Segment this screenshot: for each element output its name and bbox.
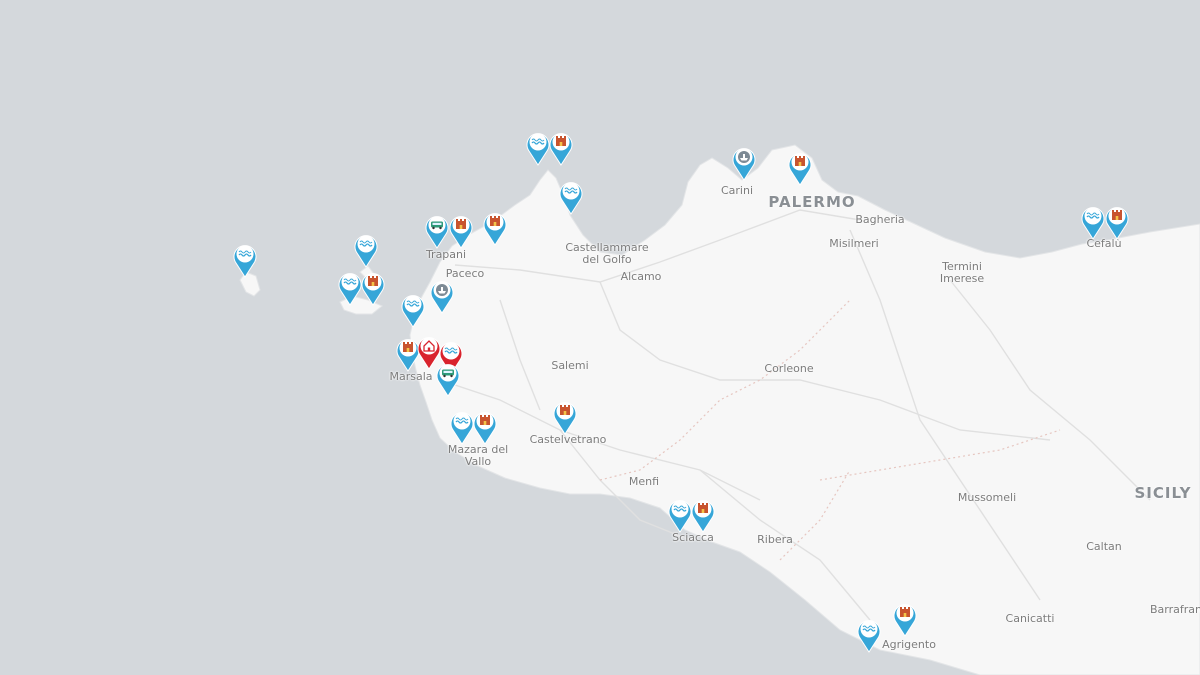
map-marker-wave[interactable] (856, 617, 882, 653)
map-marker-boat[interactable] (731, 145, 757, 181)
map-marker-castle[interactable] (548, 130, 574, 166)
boat-icon (738, 151, 750, 163)
label-misilmeri: Misilmeri (829, 237, 879, 250)
map-base (0, 0, 1200, 675)
castle-icon (456, 219, 466, 229)
map-marker-wave[interactable] (353, 232, 379, 268)
label-mazara-del-vallo: Mazara del Vallo (447, 443, 509, 468)
label-termini-imerese: Termini Imerese (939, 260, 985, 285)
label-marsala: Marsala (389, 370, 433, 383)
map-canvas[interactable]: PALERMO Bagheria Carini Misilmeri Termin… (0, 0, 1200, 675)
castle-icon (795, 156, 805, 166)
map-marker-castle[interactable] (472, 409, 498, 445)
label-palermo: PALERMO (768, 193, 856, 211)
map-marker-castle[interactable] (448, 213, 474, 249)
castle-icon (368, 276, 378, 286)
label-castellammare: Castellammare del Golfo (565, 241, 649, 266)
label-bagheria: Bagheria (855, 213, 905, 226)
map-marker-castle[interactable] (787, 150, 813, 186)
castle-icon (560, 405, 570, 415)
label-mussomeli: Mussomeli (957, 491, 1017, 504)
boat-icon (436, 284, 448, 296)
castle-icon (480, 415, 490, 425)
map-marker-castle[interactable] (360, 270, 386, 306)
label-carini: Carini (720, 184, 754, 197)
castle-icon (698, 503, 708, 513)
map-marker-wave[interactable] (232, 242, 258, 278)
castle-icon (490, 216, 500, 226)
map-marker-castle[interactable] (690, 497, 716, 533)
label-barrafran: Barrafran (1150, 603, 1200, 616)
label-alcamo: Alcamo (620, 270, 662, 283)
label-trapani: Trapani (425, 248, 467, 261)
label-caltan: Caltan (1086, 540, 1122, 553)
label-sciacca: Sciacca (672, 531, 714, 544)
castle-icon (1112, 210, 1122, 220)
map-marker-wave[interactable] (1080, 204, 1106, 240)
map-marker-boat[interactable] (429, 278, 455, 314)
castle-icon (556, 136, 566, 146)
label-sicily: SICILY (1134, 484, 1192, 502)
map-marker-bus[interactable] (424, 213, 450, 249)
map-marker-castle[interactable] (552, 399, 578, 435)
map-marker-castle[interactable] (892, 601, 918, 637)
label-agrigento: Agrigento (882, 638, 936, 651)
label-salemi: Salemi (551, 359, 589, 372)
map-marker-castle[interactable] (1104, 204, 1130, 240)
castle-icon (403, 342, 413, 352)
label-castelvetrano: Castelvetrano (529, 433, 607, 446)
label-menfi: Menfi (628, 475, 660, 488)
label-ribera: Ribera (757, 533, 793, 546)
map-marker-bus[interactable] (435, 361, 461, 397)
label-corleone: Corleone (764, 362, 814, 375)
map-marker-castle[interactable] (482, 210, 508, 246)
map-marker-wave[interactable] (558, 179, 584, 215)
castle-icon (900, 607, 910, 617)
map-marker-wave[interactable] (400, 292, 426, 328)
label-canicatti: Canicatti (1005, 612, 1055, 625)
